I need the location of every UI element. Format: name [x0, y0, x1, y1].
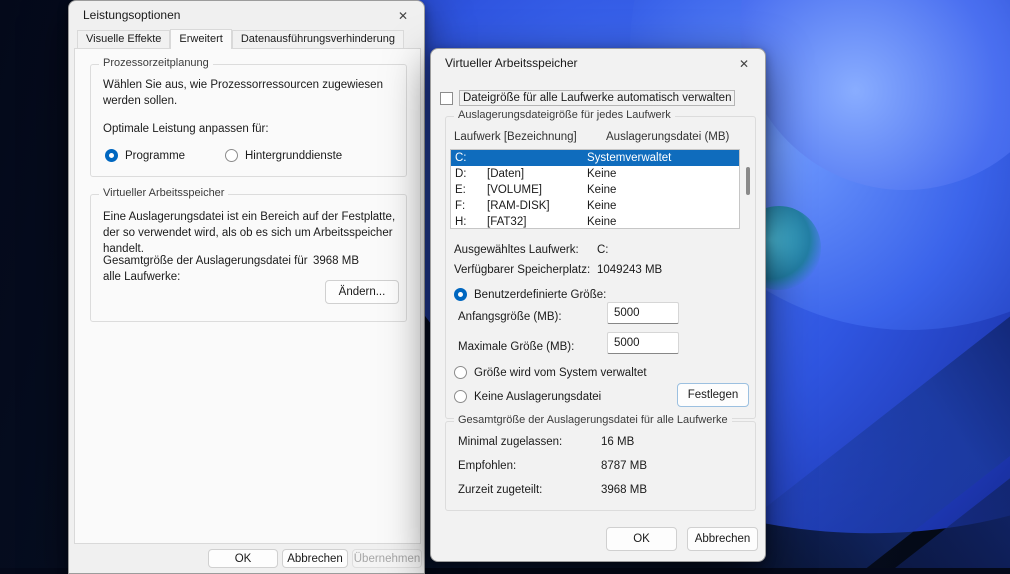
cancel-button[interactable]: Abbrechen: [687, 527, 758, 551]
radio-hintergrunddienste[interactable]: Hintergrunddienste: [225, 149, 342, 162]
currently-allocated-value: 3968 MB: [601, 484, 648, 496]
virtual-memory-dialog-title: Virtueller Arbeitsspeicher: [445, 56, 578, 70]
virtual-memory-summary-group-title: Virtueller Arbeitsspeicher: [99, 187, 229, 199]
set-button[interactable]: Festlegen: [677, 383, 749, 407]
close-icon[interactable]: ✕: [735, 55, 753, 73]
drive-listbox: C: Systemverwaltet D: [Daten] Keine E: […: [450, 149, 740, 229]
auto-manage-checkbox-label: Dateigröße für alle Laufwerke automatisc…: [459, 90, 736, 106]
drive-row-d[interactable]: D: [Daten] Keine: [451, 166, 739, 182]
performance-options-dialog: Leistungsoptionen ✕ Visuelle Effekte Erw…: [68, 0, 425, 574]
drive-row-e[interactable]: E: [VOLUME] Keine: [451, 182, 739, 198]
minimum-allowed-label: Minimal zugelassen:: [458, 436, 563, 448]
paging-file-total-label: Gesamtgröße der Auslagerungsdatei für al…: [103, 255, 308, 283]
initial-size-input[interactable]: [607, 302, 679, 324]
virtual-memory-dialog-titlebar[interactable]: Virtueller Arbeitsspeicher ✕: [431, 49, 765, 77]
radio-custom-size[interactable]: Benutzerdefinierte Größe:: [454, 288, 606, 301]
virtual-memory-dialog: Virtueller Arbeitsspeicher ✕ Dateigröße …: [430, 48, 766, 562]
paging-size: Keine: [587, 200, 617, 212]
initial-size-label: Anfangsgröße (MB):: [458, 311, 562, 323]
minimum-allowed-value: 16 MB: [601, 436, 635, 448]
close-icon[interactable]: ✕: [394, 7, 412, 25]
drive-letter: E:: [455, 184, 466, 196]
advanced-tab-page: Prozessorzeitplanung Wählen Sie aus, wie…: [74, 48, 421, 544]
virtual-memory-summary-group: Virtueller Arbeitsspeicher Eine Auslager…: [90, 187, 407, 322]
max-size-label: Maximale Größe (MB):: [458, 341, 575, 353]
currently-allocated-label: Zurzeit zugeteilt:: [458, 484, 543, 496]
paging-file-total-value: 3968 MB: [313, 255, 360, 267]
paging-file-per-drive-group: Auslagerungsdateigröße für jedes Laufwer…: [445, 109, 756, 419]
drive-list-scrollbar[interactable]: [742, 149, 755, 229]
processor-scheduling-group-title: Prozessorzeitplanung: [99, 57, 213, 69]
processor-scheduling-prompt: Optimale Leistung anpassen für:: [103, 123, 269, 135]
drive-label: [Daten]: [487, 168, 525, 180]
auto-manage-checkbox[interactable]: Dateigröße für alle Laufwerke automatisc…: [440, 90, 736, 106]
available-space-label: Verfügbarer Speicherplatz:: [454, 264, 591, 276]
drive-letter: C:: [455, 152, 467, 164]
ok-button[interactable]: OK: [208, 549, 278, 568]
paging-size: Systemverwaltet: [587, 152, 672, 164]
column-header-paging: Auslagerungsdatei (MB): [606, 131, 730, 143]
total-paging-file-group-title: Gesamtgröße der Auslagerungsdatei für al…: [454, 414, 732, 426]
drive-label: [FAT32]: [487, 216, 527, 228]
recommended-label: Empfohlen:: [458, 460, 517, 472]
cancel-button[interactable]: Abbrechen: [282, 549, 348, 568]
checkbox-unchecked-icon: [440, 91, 453, 105]
apply-button[interactable]: Übernehmen: [352, 549, 422, 568]
scrollbar-thumb[interactable]: [746, 167, 750, 195]
column-header-drive: Laufwerk [Bezeichnung]: [454, 131, 577, 143]
radio-selected-icon: [454, 288, 467, 301]
paging-file-per-drive-group-title: Auslagerungsdateigröße für jedes Laufwer…: [454, 109, 675, 121]
radio-no-paging-file[interactable]: Keine Auslagerungsdatei: [454, 390, 601, 403]
virtual-memory-description: Eine Auslagerungsdatei ist ein Bereich a…: [103, 211, 396, 255]
tab-datenausfuehrungsverhinderung[interactable]: Datenausführungsverhinderung: [231, 30, 404, 48]
drive-label: [RAM-DISK]: [487, 200, 550, 212]
total-paging-file-group: Gesamtgröße der Auslagerungsdatei für al…: [445, 414, 756, 511]
performance-tabstrip: Visuelle Effekte Erweitert Datenausführu…: [77, 29, 404, 49]
paging-size: Keine: [587, 216, 617, 228]
drive-row-h[interactable]: H: [FAT32] Keine: [451, 214, 739, 228]
processor-scheduling-description: Wählen Sie aus, wie Prozessorressourcen …: [103, 79, 383, 107]
recommended-value: 8787 MB: [601, 460, 648, 472]
drive-label: [VOLUME]: [487, 184, 542, 196]
ok-button[interactable]: OK: [606, 527, 677, 551]
performance-dialog-titlebar[interactable]: Leistungsoptionen ✕: [69, 1, 424, 29]
drive-letter: H:: [455, 216, 467, 228]
drive-row-f[interactable]: F: [RAM-DISK] Keine: [451, 198, 739, 214]
drive-row-c[interactable]: C: Systemverwaltet: [451, 150, 739, 166]
radio-programme[interactable]: Programme: [105, 149, 185, 162]
paging-size: Keine: [587, 184, 617, 196]
radio-unselected-icon: [225, 149, 238, 162]
selected-drive-label: Ausgewähltes Laufwerk:: [454, 244, 579, 256]
processor-scheduling-group: Prozessorzeitplanung Wählen Sie aus, wie…: [90, 57, 407, 177]
drive-letter: D:: [455, 168, 467, 180]
radio-selected-icon: [105, 149, 118, 162]
tab-erweitert[interactable]: Erweitert: [170, 29, 232, 49]
performance-dialog-title: Leistungsoptionen: [83, 8, 181, 22]
drive-letter: F:: [455, 200, 466, 212]
available-space-value: 1049243 MB: [597, 264, 663, 276]
radio-unselected-icon: [454, 366, 467, 379]
radio-system-managed[interactable]: Größe wird vom System verwaltet: [454, 366, 647, 379]
tab-visuelle-effekte[interactable]: Visuelle Effekte: [77, 30, 171, 48]
radio-unselected-icon: [454, 390, 467, 403]
change-button[interactable]: Ändern...: [325, 280, 399, 304]
selected-drive-value: C:: [597, 244, 609, 256]
max-size-input[interactable]: [607, 332, 679, 354]
paging-size: Keine: [587, 168, 617, 180]
